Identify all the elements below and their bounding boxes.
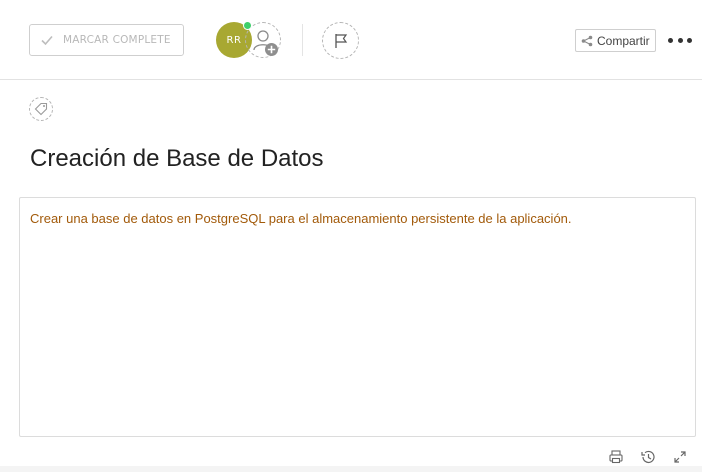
online-status-dot bbox=[243, 21, 252, 30]
avatar-initials: RR bbox=[226, 34, 242, 46]
task-header: MARCAR COMPLETE RR Compartir bbox=[0, 0, 702, 80]
share-label: Compartir bbox=[597, 33, 650, 48]
expand-button[interactable] bbox=[671, 448, 689, 466]
history-button[interactable] bbox=[639, 448, 657, 466]
task-title[interactable]: Creación de Base de Datos bbox=[30, 145, 324, 173]
more-icon-dot bbox=[687, 37, 692, 43]
more-icon-dot bbox=[668, 37, 673, 43]
share-button[interactable]: Compartir bbox=[575, 29, 656, 52]
more-icon-dot bbox=[677, 37, 683, 43]
task-description-editor[interactable]: Crear una base de datos en PostgreSQL pa… bbox=[19, 197, 696, 437]
mark-complete-button[interactable]: MARCAR COMPLETE bbox=[29, 24, 184, 56]
history-icon bbox=[641, 450, 655, 463]
task-detail-panel: MARCAR COMPLETE RR Compartir Creación de… bbox=[0, 0, 702, 472]
print-button[interactable] bbox=[607, 448, 625, 466]
share-icon bbox=[581, 35, 593, 46]
panel-bottom-edge bbox=[0, 466, 702, 472]
flag-button[interactable] bbox=[322, 22, 359, 59]
add-user-icon bbox=[253, 30, 278, 56]
task-description-text: Crear una base de datos en PostgreSQL pa… bbox=[30, 211, 572, 226]
tag-icon bbox=[34, 102, 48, 116]
header-divider bbox=[302, 24, 303, 56]
print-icon bbox=[609, 450, 623, 464]
expand-icon bbox=[674, 451, 686, 463]
more-options-button[interactable] bbox=[668, 32, 692, 48]
mark-complete-label: MARCAR COMPLETE bbox=[63, 34, 171, 46]
flag-icon bbox=[334, 33, 347, 48]
add-tag-button[interactable] bbox=[29, 97, 53, 121]
check-icon bbox=[40, 33, 54, 47]
